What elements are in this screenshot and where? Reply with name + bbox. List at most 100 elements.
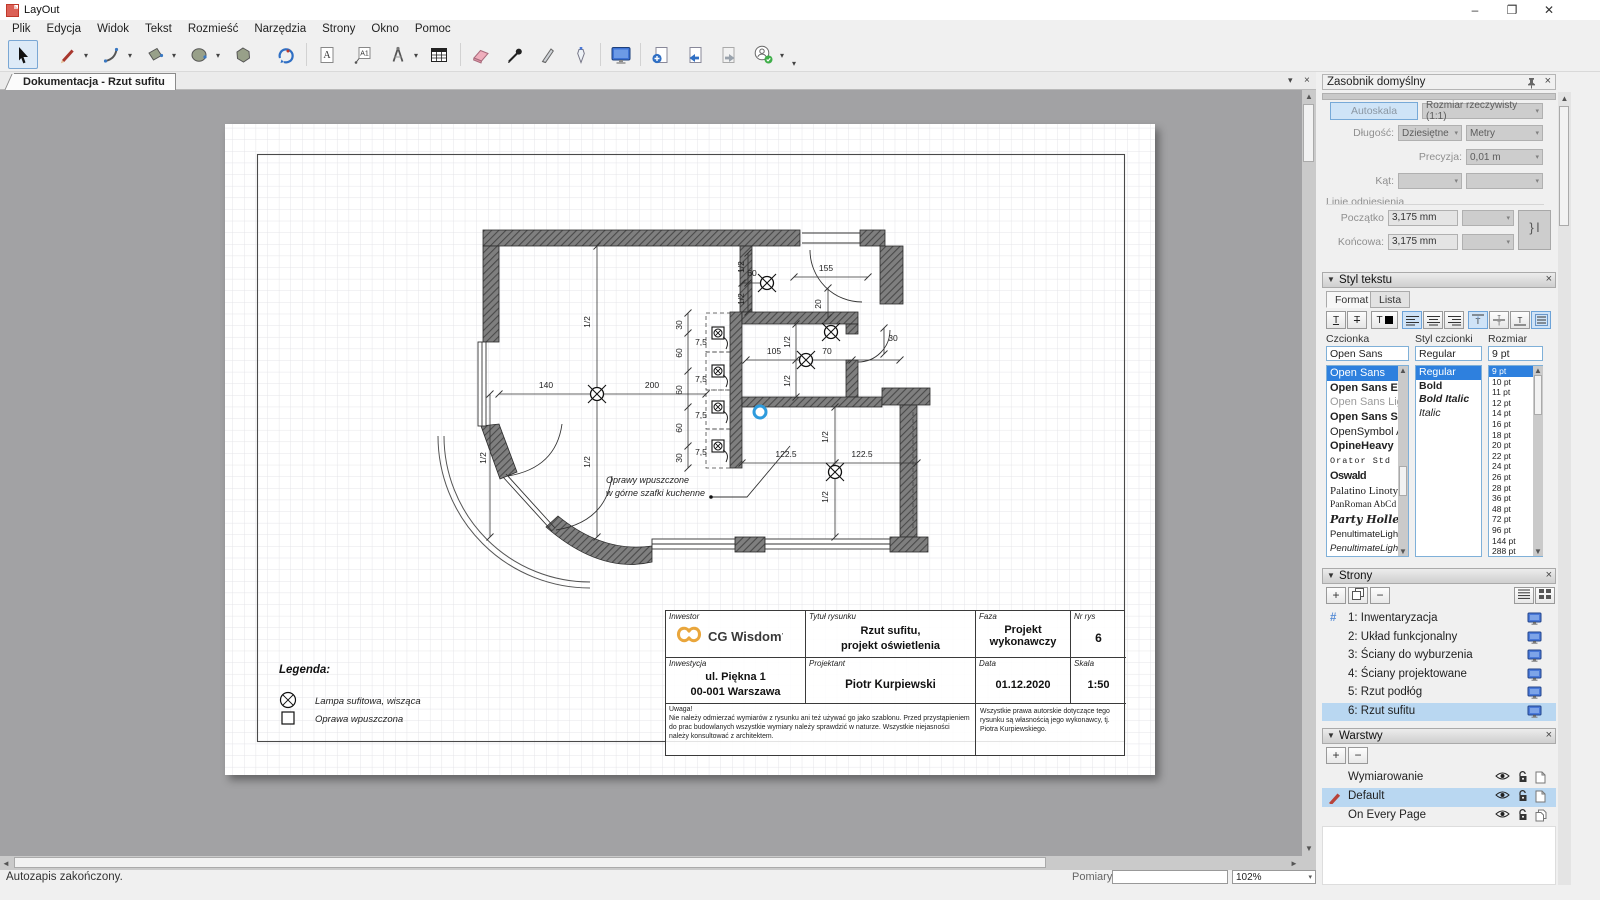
font-input[interactable]: Open Sans [1326, 346, 1409, 361]
strikethrough-button[interactable]: T [1347, 311, 1367, 329]
pages-close-icon[interactable]: × [1546, 569, 1552, 581]
ceiling-lamp-symbol[interactable] [588, 385, 606, 403]
dimension-label[interactable]: 200 [645, 380, 659, 390]
page-row-2[interactable]: 2: Układ funkcjonalny [1322, 629, 1556, 648]
font-option[interactable]: Open Sans Extr [1327, 381, 1408, 396]
font-option[interactable]: Orator Std [1327, 454, 1408, 469]
page-row-4[interactable]: 4: Ściany projektowane [1322, 666, 1556, 685]
dimension-label[interactable]: 1/2 [782, 375, 792, 387]
presentation-tool-button[interactable] [606, 40, 636, 69]
dimension-label[interactable]: 60 [674, 348, 684, 358]
scroll-down-icon[interactable]: ▼ [1302, 844, 1316, 853]
annotation-line2[interactable]: w górne szafki kuchenne [606, 488, 705, 498]
menu-edycja[interactable]: Edycja [39, 23, 90, 35]
size-scroll-down-icon[interactable]: ▼ [1534, 547, 1542, 556]
remove-page-button[interactable]: − [1370, 587, 1390, 604]
length-unit-combo[interactable]: Metry▾ [1466, 125, 1543, 141]
menu-tekst[interactable]: Tekst [137, 23, 180, 35]
layers-close-icon[interactable]: × [1546, 729, 1552, 741]
horizontal-scrollbar[interactable]: ◄ ► [0, 856, 1316, 870]
size-scroll-up-icon[interactable]: ▲ [1534, 366, 1542, 375]
layer-row-default-selected[interactable]: Default [1322, 788, 1556, 807]
split-tool-button[interactable] [533, 40, 563, 69]
font-option[interactable]: Party Holler [1327, 513, 1408, 528]
line-tool-button[interactable] [52, 40, 82, 69]
document-tab[interactable]: Dokumentacja - Rzut sufitu [14, 73, 176, 90]
dimension-tool-caret[interactable]: ▾ [414, 51, 418, 60]
font-style-option[interactable]: Italic [1416, 407, 1481, 421]
font-style-option[interactable]: Bold [1416, 380, 1481, 394]
dimension-label[interactable]: 60 [674, 423, 684, 433]
polygon-tool-button[interactable] [228, 40, 258, 69]
toolbar-overflow-caret[interactable]: ▾ [792, 59, 796, 68]
dimension-label[interactable]: 60 [674, 385, 684, 395]
page-monitor-icon[interactable] [1527, 705, 1542, 718]
scroll-right-icon[interactable]: ► [1290, 859, 1298, 868]
dimension-label[interactable]: 1/2 [582, 456, 592, 468]
dimension-label[interactable]: 7,5 [695, 447, 707, 457]
layer-unlock-icon[interactable] [1518, 809, 1528, 821]
dimension-label[interactable]: 1/2 [820, 431, 830, 443]
layers-panel-header[interactable]: ▼ Warstwy × [1322, 728, 1556, 744]
scroll-up-icon[interactable]: ▲ [1302, 92, 1316, 101]
dimension-label[interactable]: 155 [819, 263, 833, 273]
dimension-label[interactable]: 60 [747, 268, 757, 278]
page-monitor-icon[interactable] [1527, 649, 1542, 662]
scroll-left-icon[interactable]: ◄ [2, 859, 10, 868]
font-option[interactable]: Open Sans Light [1327, 395, 1408, 410]
account-caret[interactable]: ▾ [780, 51, 784, 60]
dimension-label[interactable]: 140 [539, 380, 553, 390]
menu-plik[interactable]: Plik [4, 23, 39, 35]
layer-visible-icon[interactable] [1495, 790, 1510, 800]
angle-unit-combo[interactable]: ▾ [1466, 173, 1543, 189]
size-list-scrollbar[interactable]: ▲ ▼ [1533, 366, 1543, 556]
style-tool-button[interactable] [500, 40, 530, 69]
ceiling-lamp-symbol[interactable] [797, 351, 815, 369]
page-row-5[interactable]: 5: Rzut podłóg [1322, 684, 1556, 703]
rectangle-tool-caret[interactable]: ▾ [172, 51, 176, 60]
line-tool-caret[interactable]: ▾ [84, 51, 88, 60]
layer-page-icon[interactable] [1535, 771, 1546, 784]
pages-panel-header[interactable]: ▼ Strony × [1322, 568, 1556, 584]
tab-close-icon[interactable]: × [1304, 75, 1310, 86]
add-page-button[interactable] [646, 40, 676, 69]
autoscale-button[interactable]: Autoskala [1330, 102, 1418, 120]
layer-row-wymiarowanie[interactable]: Wymiarowanie [1322, 769, 1556, 788]
page-monitor-icon[interactable] [1527, 686, 1542, 699]
font-option[interactable]: Palatino Linotyp [1327, 484, 1408, 499]
text-tool-button[interactable]: A [312, 40, 342, 69]
offset-tool-button[interactable] [270, 40, 300, 69]
start-arrow-combo[interactable]: ▾ [1462, 210, 1514, 226]
text-style-close-icon[interactable]: × [1546, 273, 1552, 285]
align-center-button[interactable] [1423, 311, 1443, 329]
menu-narzedzia[interactable]: Narzędzia [246, 23, 314, 35]
page-monitor-icon[interactable] [1527, 668, 1542, 681]
underline-button[interactable]: T [1326, 311, 1346, 329]
annotation-line1[interactable]: Oprawy wpuszczone [606, 475, 689, 485]
layer-unlock-icon[interactable] [1518, 790, 1528, 802]
dimension-label[interactable]: 1/2 [820, 491, 830, 503]
dimension-label[interactable]: 1/2 [582, 316, 592, 328]
font-style-option[interactable]: Regular [1416, 366, 1481, 380]
layer-shared-pages-icon[interactable] [1535, 809, 1548, 822]
dimension-tool-button[interactable] [383, 40, 413, 69]
font-option[interactable]: Oswald [1327, 469, 1408, 484]
paper-sheet[interactable]: Oprawy wpuszczone w górne szafki kuchenn… [225, 124, 1155, 775]
font-option[interactable]: PanRoman AbCd [1327, 498, 1408, 513]
collapsed-section-strip[interactable] [1322, 93, 1556, 100]
font-option[interactable]: PenultimateLight [1327, 528, 1408, 543]
end-arrow-combo[interactable]: ▾ [1462, 234, 1514, 250]
next-page-button[interactable] [714, 40, 744, 69]
font-option[interactable]: Open Sans Semi [1327, 410, 1408, 425]
layer-row-on-every-page[interactable]: On Every Page [1322, 807, 1556, 826]
page-monitor-icon[interactable] [1527, 612, 1542, 625]
length-format-combo[interactable]: Dziesiętne▾ [1398, 125, 1462, 141]
font-scroll-down-icon[interactable]: ▼ [1399, 547, 1407, 556]
dimension-label[interactable]: 30 [674, 453, 684, 463]
page-grid-view-button[interactable] [1535, 587, 1555, 604]
layer-visible-icon[interactable] [1495, 771, 1510, 781]
join-tool-button[interactable] [566, 40, 596, 69]
dimension-label[interactable]: 1/2 [736, 293, 746, 305]
menu-okno[interactable]: Okno [363, 23, 407, 35]
font-style-input[interactable]: Regular [1415, 346, 1482, 361]
